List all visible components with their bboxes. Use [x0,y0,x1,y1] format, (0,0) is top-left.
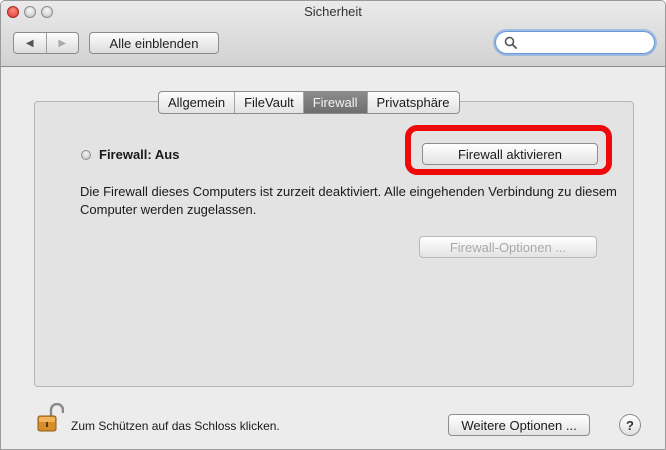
firewall-status: Firewall: Aus [81,147,179,162]
firewall-description: Die Firewall dieses Computers ist zurzei… [80,184,617,217]
show-all-button[interactable]: Alle einblenden [89,32,219,54]
tab-bar: Allgemein FileVault Firewall Privatsphär… [158,91,460,114]
status-indicator-icon [81,149,91,160]
tab-firewall[interactable]: Firewall [302,92,367,113]
firewall-options-button: Firewall-Optionen ... [419,236,597,258]
firewall-status-label: Firewall: Aus [99,147,180,162]
back-arrow-icon: ◀ [25,37,34,49]
tab-filevault[interactable]: FileVault [234,92,303,113]
forward-arrow-icon: ▶ [58,37,67,49]
window-title: Sicherheit [304,4,362,19]
search-icon [504,36,517,49]
activate-firewall-button[interactable]: Firewall aktivieren [422,143,598,165]
back-button[interactable]: ◀ [14,33,46,53]
forward-button[interactable]: ▶ [45,33,79,53]
help-button[interactable]: ? [619,414,641,436]
more-options-button[interactable]: Weitere Optionen ... [448,414,590,436]
preferences-window: Sicherheit ◀ ▶ Alle einblenden Allgemein… [0,0,666,450]
tab-privatsphaere[interactable]: Privatsphäre [366,92,459,113]
lock-icon[interactable] [36,403,64,433]
title-bar: Sicherheit ◀ ▶ Alle einblenden [1,1,665,67]
lock-hint-text: Zum Schützen auf das Schloss klicken. [71,419,280,433]
navigation-segment: ◀ ▶ [13,32,79,54]
search-field[interactable] [495,31,655,54]
tab-allgemein[interactable]: Allgemein [159,92,234,113]
